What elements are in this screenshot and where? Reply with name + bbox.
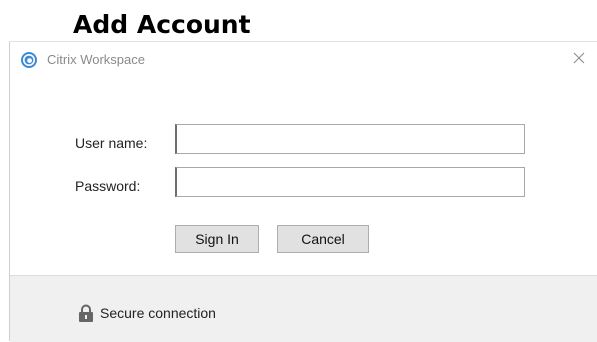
- sign-in-button[interactable]: Sign In: [175, 225, 259, 253]
- window-title: Citrix Workspace: [47, 52, 146, 67]
- close-icon: [573, 51, 585, 69]
- titlebar: Citrix Workspace: [10, 42, 597, 78]
- username-field[interactable]: [175, 124, 525, 154]
- password-field[interactable]: [175, 167, 525, 197]
- footer: Secure connection: [10, 275, 597, 342]
- username-label: User name:: [75, 135, 148, 151]
- citrix-workspace-dialog: Citrix Workspace User name: Password: Si…: [9, 41, 597, 342]
- close-button[interactable]: [566, 47, 592, 73]
- lock-icon: [78, 304, 94, 322]
- page-heading: Add Account: [73, 10, 251, 39]
- secure-connection-label: Secure connection: [100, 305, 216, 321]
- citrix-workspace-icon: [21, 52, 37, 68]
- password-label: Password:: [75, 178, 141, 194]
- cancel-button[interactable]: Cancel: [277, 225, 369, 253]
